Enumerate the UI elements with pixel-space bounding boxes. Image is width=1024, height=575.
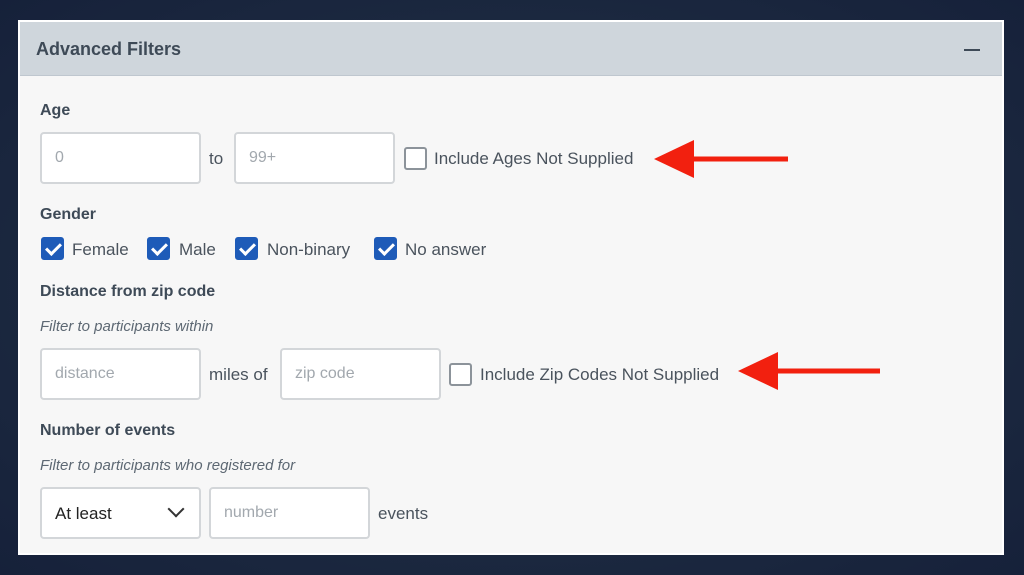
panel-title: Advanced Filters [36,39,182,59]
events-comparator-select[interactable]: At least [40,487,201,539]
gender-nonbinary-checkbox[interactable] [235,237,258,260]
events-suffix-label: events [378,504,429,523]
gender-nonbinary-label[interactable]: Non-binary [267,240,350,260]
gender-male-checkbox[interactable] [147,237,170,260]
age-to-label: to [209,149,224,168]
events-number-input[interactable] [209,487,370,539]
advanced-filters-panel: Advanced Filters Age to Include Ages Not… [18,20,1004,555]
include-ages-checkbox[interactable] [404,147,427,170]
age-min-input[interactable] [40,132,201,184]
panel-header[interactable]: Advanced Filters [20,22,1002,76]
distance-input[interactable] [40,348,201,400]
gender-male-label[interactable]: Male [179,240,216,260]
events-hint: Filter to participants who registered fo… [40,457,296,474]
age-label: Age [40,102,71,119]
age-max-input[interactable] [234,132,395,184]
events-label: Number of events [40,422,176,439]
gender-female-label[interactable]: Female [72,240,129,260]
minus-icon[interactable] [958,36,986,64]
distance-hint: Filter to participants within [40,318,214,335]
arrow-left-icon [654,140,788,178]
arrow-left-icon [738,352,880,390]
gender-noanswer-checkbox[interactable] [374,237,397,260]
miles-of-label: miles of [209,365,268,384]
events-comparator-value: At least [55,504,112,523]
chevron-down-icon [167,500,185,518]
gender-female-checkbox[interactable] [41,237,64,260]
gender-label: Gender [40,206,97,223]
gender-noanswer-label[interactable]: No answer [405,240,486,260]
include-zip-checkbox[interactable] [449,363,472,386]
distance-label: Distance from zip code [40,283,216,300]
include-ages-label[interactable]: Include Ages Not Supplied [434,149,633,169]
zip-code-input[interactable] [280,348,441,400]
include-zip-label[interactable]: Include Zip Codes Not Supplied [480,365,719,385]
